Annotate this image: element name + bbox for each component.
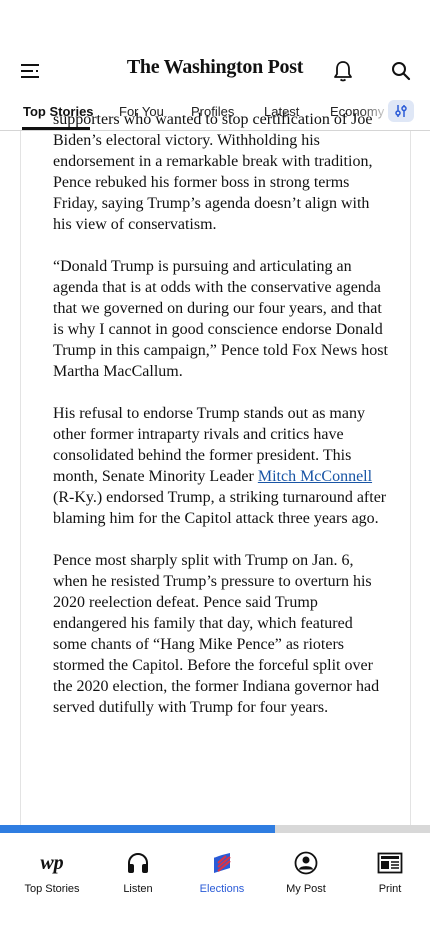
nav-print[interactable]: Print — [350, 851, 430, 895]
article-paragraph: supporters who wanted to stop certificat… — [53, 111, 373, 233]
nav-my-post[interactable]: My Post — [266, 851, 346, 895]
newspaper-icon — [375, 851, 405, 875]
bottom-navigation: wp Top Stories Listen Elections My Post … — [0, 833, 430, 932]
search-icon[interactable] — [389, 59, 413, 83]
elections-flag-icon — [207, 851, 237, 875]
nav-elections[interactable]: Elections — [182, 851, 262, 895]
nav-label: My Post — [286, 883, 326, 895]
nav-label: Elections — [199, 883, 245, 895]
bell-icon[interactable] — [331, 59, 355, 83]
headphones-icon — [123, 851, 153, 875]
customize-tabs-button[interactable] — [388, 100, 414, 122]
article-paragraph: “Donald Trump is pursuing and articulati… — [53, 258, 388, 380]
article-paragraph: Pence most sharply split with Trump on J… — [53, 552, 380, 716]
nav-top-stories[interactable]: wp Top Stories — [12, 851, 92, 895]
app-header: The Washington Post — [0, 50, 430, 92]
nav-listen[interactable]: Listen — [98, 851, 178, 895]
sliders-icon — [395, 105, 407, 117]
reading-progress-fill — [0, 825, 276, 833]
mcconnell-link[interactable]: Mitch McConnell — [258, 468, 372, 485]
masthead-logo[interactable]: The Washington Post — [0, 56, 430, 79]
nav-label: Print — [378, 883, 402, 895]
user-circle-icon — [291, 851, 321, 875]
svg-text:wp: wp — [40, 852, 63, 874]
nav-label: Top Stories — [24, 883, 80, 895]
article-body: supporters who wanted to stop certificat… — [53, 109, 388, 739]
nav-label: Listen — [123, 883, 153, 895]
wp-logo-icon: wp — [37, 851, 67, 875]
article-paragraph: His refusal to endorse Trump stands out … — [53, 405, 387, 527]
reading-progress-bar — [0, 825, 430, 833]
